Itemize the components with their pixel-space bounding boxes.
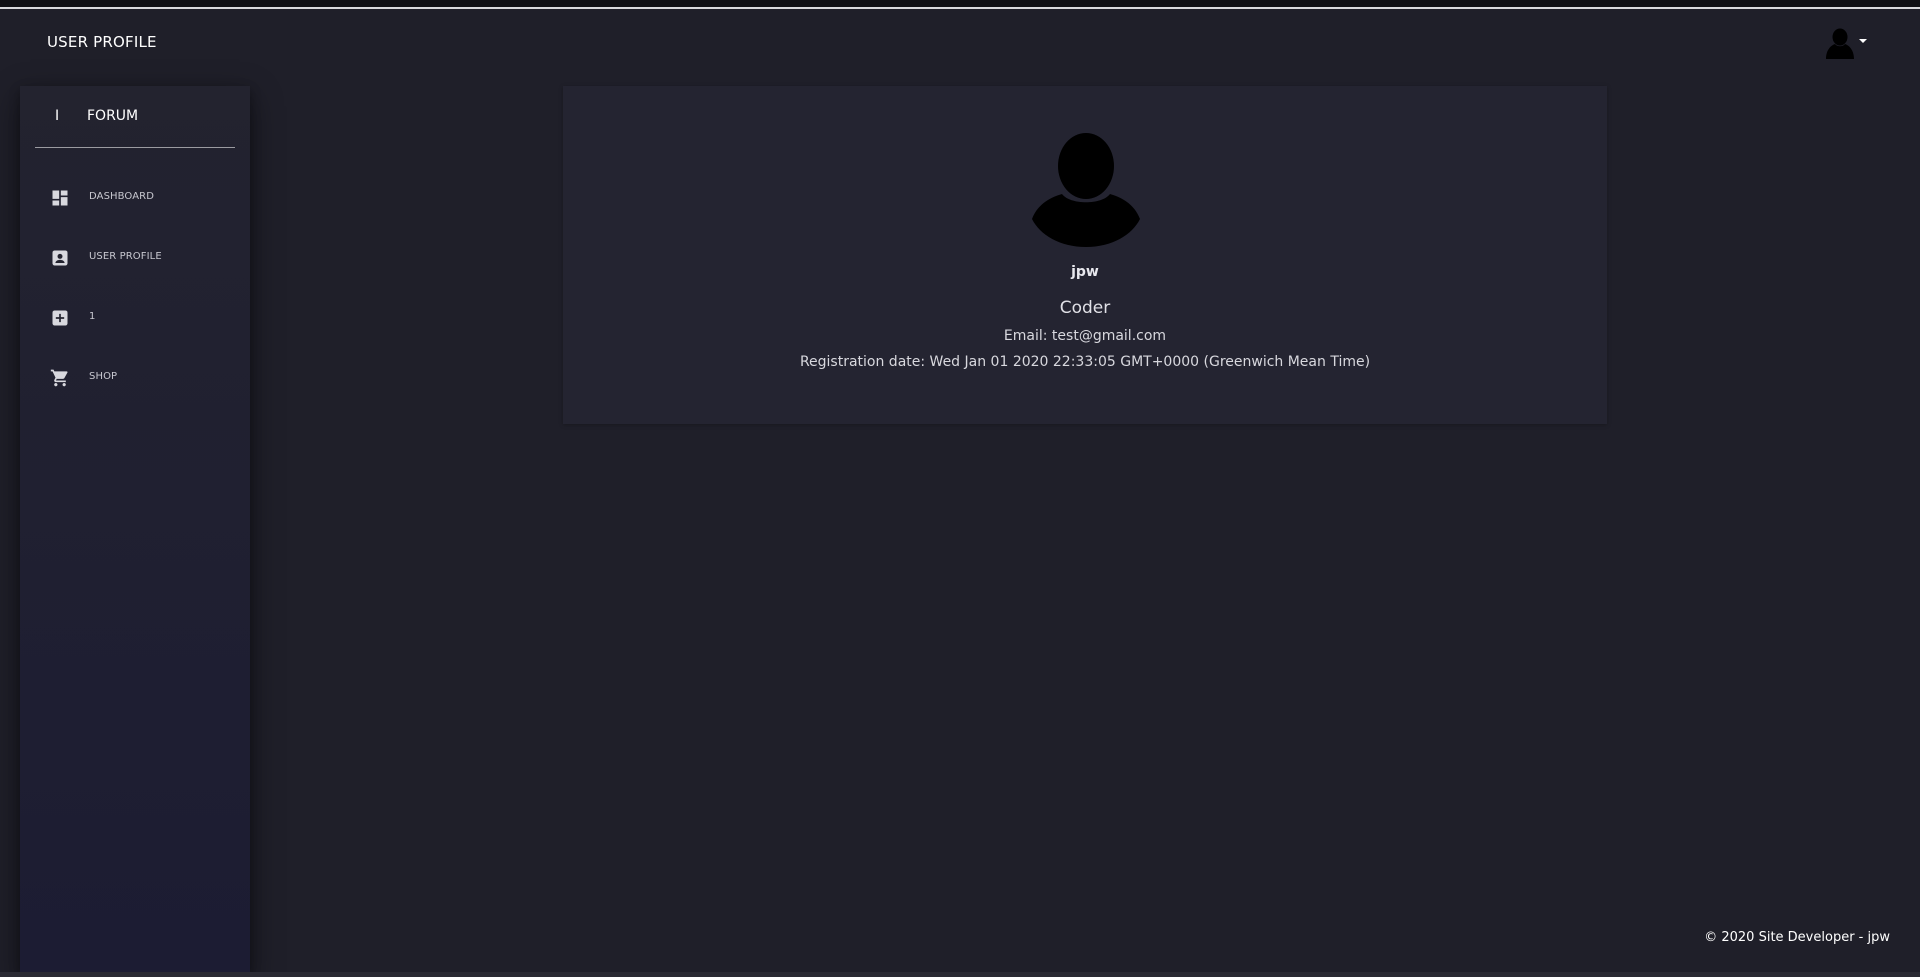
shopping-cart-icon xyxy=(50,369,68,387)
profile-role: Coder xyxy=(1059,298,1111,318)
sidebar-item-shop[interactable]: SHOP xyxy=(20,356,250,416)
sidebar-item-dashboard[interactable]: DASHBOARD xyxy=(20,176,250,236)
profile-email: Email: test@gmail.com xyxy=(1003,328,1167,344)
add-box-icon xyxy=(52,310,68,326)
profile-username: jpw xyxy=(1071,264,1099,280)
footer-copyright: © 2020 Site Developer - jpw xyxy=(1704,930,1890,945)
chevron-down-icon xyxy=(1859,39,1867,43)
footer-author-link[interactable]: jpw xyxy=(1868,930,1891,945)
account-avatar-icon xyxy=(1826,28,1854,59)
window-bottom-strip xyxy=(0,972,1920,977)
footer-text: © 2020 Site Developer - xyxy=(1704,930,1868,945)
sidebar-item-add[interactable]: 1 xyxy=(20,296,250,356)
brand-label: FORUM xyxy=(87,108,139,124)
person-silhouette-icon xyxy=(1032,133,1140,247)
brand-mini-logo: I xyxy=(55,108,60,124)
top-navbar: USER PROFILE xyxy=(0,9,1920,77)
sidebar-item-label: USER PROFILE xyxy=(89,251,162,262)
sidebar-nav: DASHBOARD USER PROFILE 1 SHOP xyxy=(20,176,250,416)
sidebar: I FORUM DASHBOARD USER PROFILE 1 SHOP xyxy=(20,86,250,977)
contact-card-icon xyxy=(52,250,68,266)
sidebar-brand[interactable]: I FORUM xyxy=(35,86,235,148)
window-top-strip xyxy=(0,0,1920,9)
sidebar-item-label: SHOP xyxy=(89,371,118,382)
user-menu-toggle[interactable] xyxy=(1822,25,1870,61)
profile-registration-date: Registration date: Wed Jan 01 2020 22:33… xyxy=(799,354,1371,370)
sidebar-item-label: 1 xyxy=(89,311,96,322)
sidebar-item-user-profile[interactable]: USER PROFILE xyxy=(20,236,250,296)
sidebar-item-label: DASHBOARD xyxy=(89,191,155,202)
dashboard-icon xyxy=(52,190,68,206)
page-title: USER PROFILE xyxy=(47,33,157,51)
profile-card: jpw Coder Email: test@gmail.com Registra… xyxy=(563,86,1607,424)
